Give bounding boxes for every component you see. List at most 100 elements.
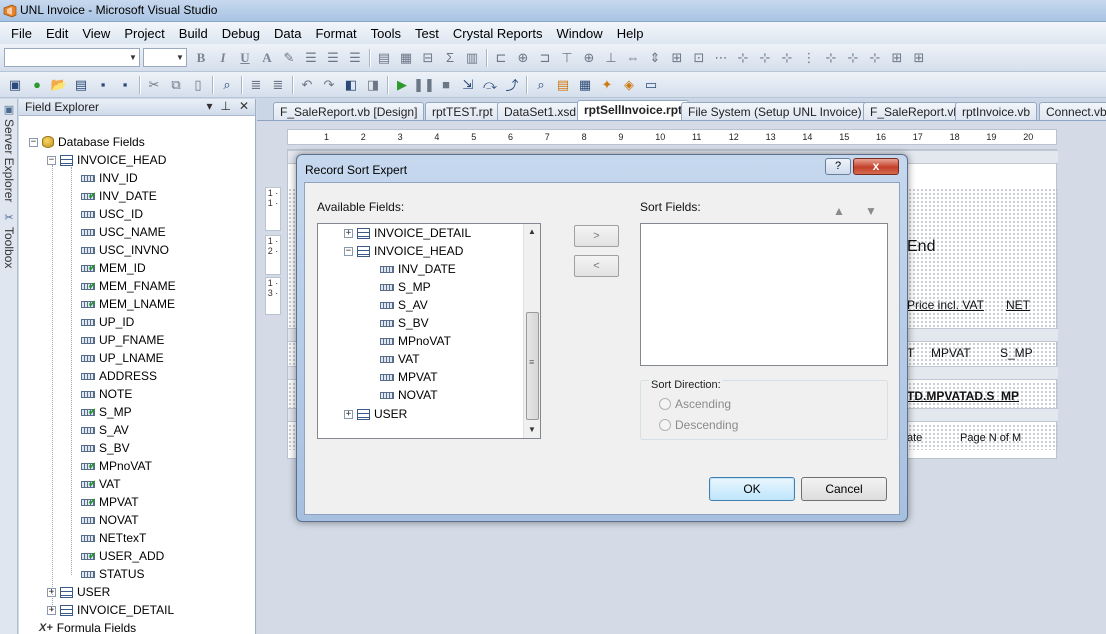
- avail-user[interactable]: + USER: [344, 405, 407, 423]
- font-color-icon[interactable]: A: [257, 48, 277, 68]
- report-field-smp[interactable]: S_MP: [1000, 346, 1033, 360]
- highlight-icon[interactable]: ✎: [279, 48, 299, 68]
- report-text-net[interactable]: NET: [1006, 298, 1030, 312]
- server-explorer-tab[interactable]: ▣ Server Explorer: [2, 103, 16, 202]
- avail-field-s_bv[interactable]: S_BV: [380, 314, 429, 332]
- remove-sort-field-button[interactable]: <: [574, 255, 619, 277]
- same-size-icon[interactable]: ⊞: [667, 48, 687, 68]
- report-detail-fields[interactable]: TD.MPVATAD.S_MP: [907, 389, 1019, 403]
- tree-field-mpnovat[interactable]: MPnoVAT: [81, 457, 152, 475]
- increase-vspacing-icon[interactable]: ⊹: [821, 48, 841, 68]
- align-middles-icon[interactable]: ⊕: [579, 48, 599, 68]
- report-text-t[interactable]: T: [907, 346, 914, 360]
- tree-field-nettext[interactable]: NETtexT: [81, 529, 146, 547]
- tree-field-mem_fname[interactable]: MEM_FNAME: [81, 277, 176, 295]
- tree-database-fields[interactable]: − Database Fields: [29, 133, 145, 151]
- same-height-icon[interactable]: ⇕: [645, 48, 665, 68]
- pin-icon[interactable]: ⊥: [220, 99, 230, 113]
- chevron-down-icon[interactable]: ▾: [206, 99, 212, 113]
- menu-crystal-reports[interactable]: Crystal Reports: [446, 26, 550, 41]
- tree-field-usc_invno[interactable]: USC_INVNO: [81, 241, 169, 259]
- navigate-icon[interactable]: ◧: [341, 75, 361, 95]
- tree-user[interactable]: + USER: [47, 583, 110, 601]
- align-tops-icon[interactable]: ⊤: [557, 48, 577, 68]
- add-item-icon[interactable]: ●: [27, 75, 47, 95]
- doc-tab-7[interactable]: Connect.vb: [1039, 102, 1106, 120]
- tree-field-up_fname[interactable]: UP_FNAME: [81, 331, 164, 349]
- expander-icon[interactable]: −: [29, 137, 38, 147]
- tree-field-mem_lname[interactable]: MEM_LNAME: [81, 295, 175, 313]
- close-icon[interactable]: ✕: [239, 99, 249, 113]
- decrease-vspacing-icon[interactable]: ⊹: [843, 48, 863, 68]
- menu-debug[interactable]: Debug: [215, 26, 267, 41]
- paste-icon[interactable]: ▯: [188, 75, 208, 95]
- tree-field-inv_id[interactable]: INV_ID: [81, 169, 138, 187]
- expander-icon[interactable]: −: [47, 155, 56, 165]
- solution-explorer-icon[interactable]: ▤: [553, 75, 573, 95]
- tree-field-usc_id[interactable]: USC_ID: [81, 205, 143, 223]
- object-browser-icon[interactable]: ◈: [619, 75, 639, 95]
- font-size-combo[interactable]: ▼: [143, 48, 187, 67]
- remove-vspacing-icon[interactable]: ⊹: [865, 48, 885, 68]
- decrease-spacing-icon[interactable]: ⊹: [755, 48, 775, 68]
- expander-icon[interactable]: +: [344, 228, 353, 238]
- add-sort-field-button[interactable]: >: [574, 225, 619, 247]
- doc-tab-5[interactable]: F_SaleReport.vb: [863, 102, 968, 120]
- scroll-up-icon[interactable]: ▲: [524, 224, 540, 240]
- stop-icon[interactable]: ■: [436, 75, 456, 95]
- doc-tab-6[interactable]: rptInvoice.vb: [955, 102, 1038, 120]
- help-button[interactable]: ?: [825, 158, 851, 175]
- toolbox-tab[interactable]: ✂ Toolbox: [2, 211, 16, 268]
- vertical-spacing-icon[interactable]: ⋮: [799, 48, 819, 68]
- avail-field-inv_date[interactable]: INV_DATE: [380, 260, 456, 278]
- ascending-radio[interactable]: Ascending: [659, 397, 731, 411]
- tree-field-mem_id[interactable]: MEM_ID: [81, 259, 146, 277]
- avail-field-vat[interactable]: VAT: [380, 350, 420, 368]
- report-page-number[interactable]: Page N of M: [960, 432, 1021, 444]
- cut-icon[interactable]: ✂: [144, 75, 164, 95]
- doc-tab-0[interactable]: F_SaleReport.vb [Design]: [273, 102, 425, 120]
- find-icon[interactable]: ⌕: [217, 75, 237, 95]
- report-text-price[interactable]: Price incl. VAT: [907, 298, 984, 312]
- tree-field-address[interactable]: ADDRESS: [81, 367, 157, 385]
- save-all-icon[interactable]: ▪: [115, 75, 135, 95]
- doc-tab-2[interactable]: DataSet1.xsd: [497, 102, 584, 120]
- menu-help[interactable]: Help: [610, 26, 651, 41]
- menu-edit[interactable]: Edit: [39, 26, 75, 41]
- align-right-icon[interactable]: ☰: [345, 48, 365, 68]
- doc-tab-1[interactable]: rptTEST.rpt: [425, 102, 500, 120]
- tree-field-mpvat[interactable]: MPVAT: [81, 493, 139, 511]
- avail-field-mpnovat[interactable]: MPnoVAT: [380, 332, 451, 350]
- underline-icon[interactable]: U: [235, 48, 255, 68]
- tree-field-up_id[interactable]: UP_ID: [81, 313, 134, 331]
- tree-field-inv_date[interactable]: INV_DATE: [81, 187, 157, 205]
- tree-formula-fields[interactable]: X+ Formula Fields: [39, 619, 136, 634]
- move-down-icon[interactable]: ▼: [865, 204, 877, 218]
- align-centers-icon[interactable]: ⊕: [513, 48, 533, 68]
- avail-field-s_mp[interactable]: S_MP: [380, 278, 431, 296]
- cancel-button[interactable]: Cancel: [801, 477, 887, 501]
- insert-group-icon[interactable]: ⊟: [418, 48, 438, 68]
- insert-summary-icon[interactable]: Σ: [440, 48, 460, 68]
- avail-invoice-detail[interactable]: + INVOICE_DETAIL: [344, 224, 471, 242]
- close-button[interactable]: x: [853, 158, 899, 175]
- move-up-icon[interactable]: ▲: [833, 204, 845, 218]
- tree-field-s_av[interactable]: S_AV: [81, 421, 129, 439]
- menu-tools[interactable]: Tools: [364, 26, 408, 41]
- step-out-icon[interactable]: ⤴: [502, 75, 522, 95]
- remove-spacing-icon[interactable]: ⊹: [777, 48, 797, 68]
- available-fields-list[interactable]: + INVOICE_DETAIL − INVOICE_HEAD INV_DATE S_MP…: [317, 223, 541, 439]
- scroll-down-icon[interactable]: ▼: [524, 422, 540, 438]
- doc-tab-4[interactable]: File System (Setup UNL Invoice): [681, 102, 869, 120]
- tree-field-user_add[interactable]: USER_ADD: [81, 547, 164, 565]
- expander-icon[interactable]: −: [344, 246, 353, 256]
- comment-icon[interactable]: ≣: [246, 75, 266, 95]
- same-width-icon[interactable]: ⇔: [623, 48, 643, 68]
- insert-field-icon[interactable]: ▦: [396, 48, 416, 68]
- menu-data[interactable]: Data: [267, 26, 308, 41]
- avail-field-s_av[interactable]: S_AV: [380, 296, 428, 314]
- tree-field-up_lname[interactable]: UP_LNAME: [81, 349, 164, 367]
- italic-icon[interactable]: I: [213, 48, 233, 68]
- undo-icon[interactable]: ↶: [297, 75, 317, 95]
- report-text-ate[interactable]: ate: [907, 432, 922, 444]
